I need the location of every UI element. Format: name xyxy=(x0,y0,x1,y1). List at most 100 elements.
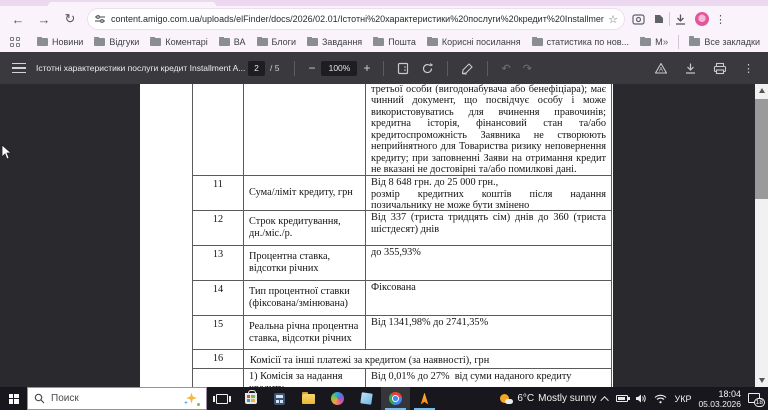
pdf-more-icon[interactable]: ⋮ xyxy=(737,62,760,75)
table-row: третьої особи (вигодонабувача або бенефі… xyxy=(192,84,612,176)
page-number-input[interactable]: 2 xyxy=(248,60,265,76)
folder-icon xyxy=(37,37,48,46)
start-button[interactable] xyxy=(0,387,27,410)
taskbar-search-box[interactable]: Поиск xyxy=(27,387,207,410)
chrome-button[interactable] xyxy=(381,387,410,410)
document-table: третьої особи (вигодонабувача або бенефі… xyxy=(192,84,612,387)
zoom-in-button[interactable]: + xyxy=(357,61,376,75)
browser-menu-icon[interactable]: ⋮ xyxy=(709,13,732,26)
pdf-title: Істотні характеристики послуги кредит In… xyxy=(36,63,246,73)
bookmark-label: Блоги xyxy=(271,37,296,47)
bookmark-star-icon[interactable]: ☆ xyxy=(608,13,618,26)
camera-extension-icon[interactable] xyxy=(632,13,645,25)
site-info-tune-icon[interactable] xyxy=(94,13,106,25)
reload-icon[interactable]: ↻ xyxy=(58,8,82,30)
row-number-cell xyxy=(193,84,244,176)
speaker-icon[interactable] xyxy=(635,393,647,404)
file-explorer-button[interactable] xyxy=(294,387,323,410)
svg-text:A: A xyxy=(659,67,663,73)
bookmark-folder-vidhuky[interactable]: Відгуки xyxy=(94,37,139,47)
zoom-level-input[interactable]: 100% xyxy=(321,60,358,76)
bookmark-folder-poshta[interactable]: Пошта xyxy=(373,37,416,47)
sun-cloud-icon xyxy=(500,393,514,405)
calculator-button[interactable] xyxy=(265,387,294,410)
windows-logo-icon xyxy=(8,393,19,404)
keyboard-language[interactable]: УКР xyxy=(674,394,691,404)
row-label-cell: Процентна ставка, відсотки річних xyxy=(244,246,366,281)
bookmark-label: Завдання xyxy=(321,37,363,47)
page-total: / 5 xyxy=(270,63,280,73)
address-bar[interactable]: content.amigo.com.ua/uploads/elFinder/do… xyxy=(88,9,624,29)
bookmark-folder-va[interactable]: ВА xyxy=(218,37,246,47)
pdf-viewer[interactable]: третьої особи (вигодонабувача або бенефі… xyxy=(0,84,768,387)
task-view-icon xyxy=(212,393,231,404)
row-label-cell xyxy=(244,84,366,176)
vertical-scrollbar[interactable] xyxy=(755,84,768,387)
bookmark-folder-zavdannia[interactable]: Завдання xyxy=(306,37,363,47)
browser-toolbar: ← → ↻ content.amigo.com.ua/uploads/elFin… xyxy=(0,6,768,32)
redo-icon[interactable]: ↷ xyxy=(517,62,538,75)
downloads-icon[interactable] xyxy=(674,13,687,26)
mouse-cursor xyxy=(1,144,13,160)
print-icon[interactable] xyxy=(707,62,733,75)
tray-expand-icon[interactable] xyxy=(600,395,610,405)
bookmark-label: ВА xyxy=(233,37,246,47)
folder-icon xyxy=(150,37,162,46)
table-row: 11 Сума/ліміт кредиту, грн Від 8 648 грн… xyxy=(192,176,612,211)
download-icon[interactable] xyxy=(678,62,703,75)
toolbar-separator xyxy=(447,60,449,76)
copilot-button[interactable] xyxy=(323,387,352,410)
weather-temp: 6°C xyxy=(517,393,535,404)
pdf-menu-icon[interactable] xyxy=(12,62,26,74)
bookmark-folder-blohy[interactable]: Блоги xyxy=(256,37,296,47)
network-icon[interactable] xyxy=(654,394,667,404)
profile-avatar[interactable] xyxy=(695,12,709,26)
scrollbar-thumb[interactable] xyxy=(755,99,768,199)
annotate-pen-icon[interactable] xyxy=(455,62,480,75)
row-value-cell: Від 1341,98% до 2741,35% xyxy=(366,316,612,350)
text-annotation-icon[interactable]: A xyxy=(648,62,674,75)
row-label-cell: Реальна річна процентна ставка, відсотки… xyxy=(244,316,366,350)
table-row: 16 Комісії та інші платежі за кредитом (… xyxy=(192,350,612,369)
bookmark-folder-novyny[interactable]: Новини xyxy=(37,37,83,47)
row-value-cell: Від 8 648 грн. до 25 000 грн., розмір кр… xyxy=(366,176,612,211)
back-icon[interactable]: ← xyxy=(6,8,30,30)
bookmark-folder-mfo[interactable]: МФО xyxy=(640,37,663,47)
extension-icon[interactable] xyxy=(653,13,665,25)
orange-app-button[interactable] xyxy=(410,387,439,410)
url-text[interactable]: content.amigo.com.ua/uploads/elFinder/do… xyxy=(111,14,604,24)
row-header-cell: Комісії та інші платежі за кредитом (за … xyxy=(244,350,612,369)
bookmark-label: Коментарі xyxy=(165,37,208,47)
task-view-button[interactable] xyxy=(207,387,236,410)
row-number-cell: 16 xyxy=(193,350,244,369)
toolbar-separator xyxy=(383,60,385,76)
battery-icon[interactable] xyxy=(616,395,631,402)
action-center-button[interactable]: 18 xyxy=(748,392,765,407)
weather-widget[interactable]: 6°C Mostly sunny xyxy=(500,393,596,405)
bookmarks-divider xyxy=(678,35,680,49)
folder-icon xyxy=(218,37,230,46)
copilot-icon xyxy=(331,392,344,405)
microsoft-store-button[interactable] xyxy=(236,387,265,410)
copilot-sparkle-icon[interactable] xyxy=(184,392,200,406)
bookmark-label: Корисні посилання xyxy=(441,37,521,47)
taskbar-clock[interactable]: 18:04 05.03.2026 xyxy=(698,389,741,409)
fit-page-icon[interactable] xyxy=(391,62,415,75)
all-bookmarks-button[interactable]: Все закладки xyxy=(689,36,760,47)
undo-icon[interactable]: ↶ xyxy=(495,62,516,75)
scroll-up-icon[interactable] xyxy=(755,84,768,97)
forward-icon[interactable]: → xyxy=(32,8,56,30)
bookmarks-overflow-icon[interactable]: » xyxy=(663,37,669,48)
row-number-cell: 14 xyxy=(193,281,244,316)
row-value-cell: Від 0,01% до 27% від суми наданого креди… xyxy=(366,369,612,387)
bookmark-folder-statystyka[interactable]: статистика по нов... xyxy=(531,37,629,47)
apps-grid-icon[interactable] xyxy=(10,37,20,47)
scroll-down-icon[interactable] xyxy=(755,374,768,387)
photos-app-button[interactable] xyxy=(352,387,381,410)
row-label-cell: Строк кредитування, дн./міс./р. xyxy=(244,211,366,246)
bookmark-folder-korysni[interactable]: Корисні посилання xyxy=(426,37,521,47)
rotate-icon[interactable] xyxy=(415,62,440,75)
bookmark-label: Відгуки xyxy=(109,37,140,47)
bookmark-folder-komentari[interactable]: Коментарі xyxy=(150,37,208,47)
zoom-out-button[interactable]: − xyxy=(302,61,321,75)
